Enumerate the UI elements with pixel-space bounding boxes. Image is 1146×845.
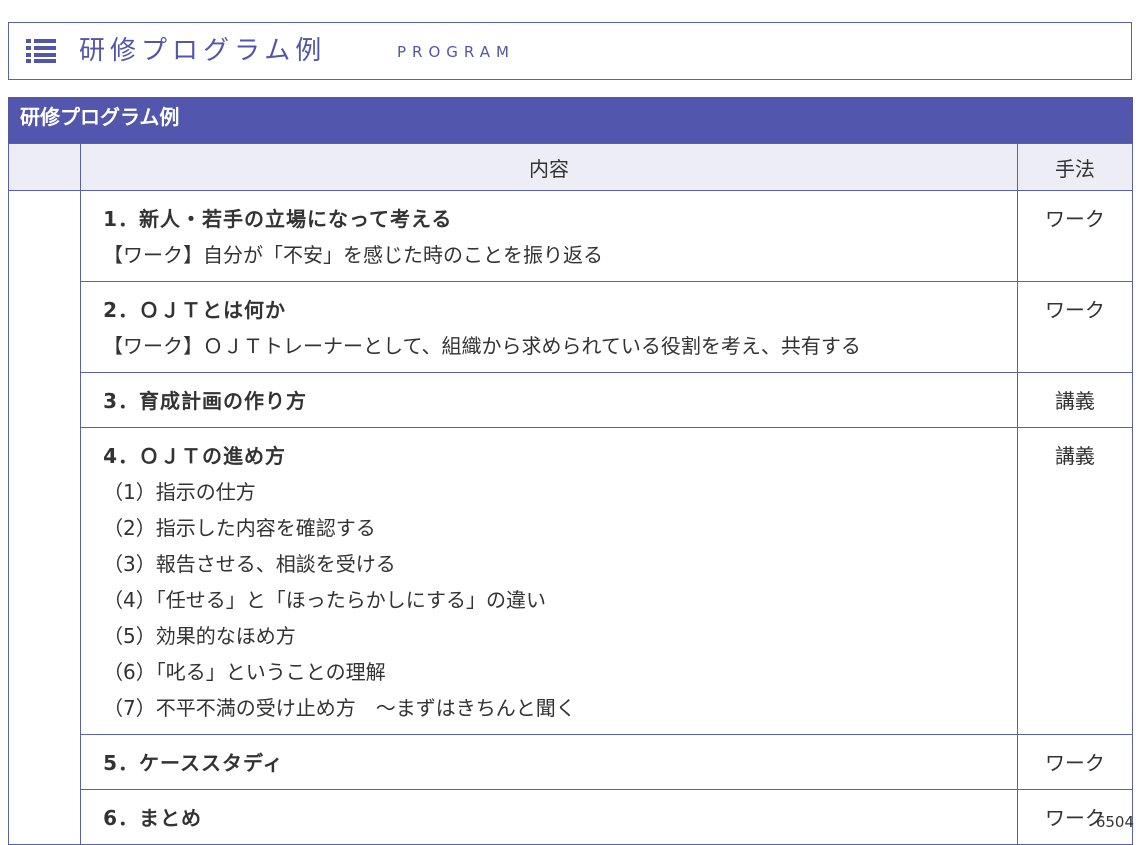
item-detail: （7）不平不満の受け止め方 ～まずはきちんと聞く: [103, 696, 576, 720]
left-spacer-cell: [7, 190, 82, 845]
item-detail: （5）効果的なほめ方: [103, 624, 296, 648]
content-cell: 5．ケーススタディ: [80, 734, 1018, 790]
item-detail: 【ワーク】ＯＪＴトレーナーとして、組織から求められている役割を考え、共有する: [103, 334, 861, 358]
item-heading: 4．ＯＪＴの進め方: [103, 444, 286, 468]
method-cell: 講義: [1016, 427, 1134, 735]
item-detail: （1）指示の仕方: [103, 480, 256, 504]
method-cell: ワーク: [1016, 281, 1134, 373]
table-row: 3．育成計画の作り方 講義: [9, 372, 1134, 428]
table-row: 4．ＯＪＴの進め方 （1）指示の仕方 （2）指示した内容を確認する （3）報告させる、…: [9, 427, 1134, 735]
page-title: 研修プログラム例: [79, 36, 327, 66]
program-grid: 内容 手法 1．新人・若手の立場になって考える【ワーク】自分が「不安」を感じた時…: [7, 143, 1134, 845]
list-icon: [26, 39, 56, 63]
table-header-row: 内容 手法: [7, 143, 1134, 191]
table-row: 6．まとめ ワーク: [9, 789, 1134, 845]
table-row: 5．ケーススタディ ワーク: [9, 734, 1134, 790]
table-row: 2．ＯＪＴとは何か【ワーク】ＯＪＴトレーナーとして、組織から求められている役割を…: [9, 281, 1134, 373]
item-detail: （6）「叱る」ということの理解: [103, 660, 386, 684]
item-heading: 3．育成計画の作り方: [103, 389, 307, 413]
content-cell: 1．新人・若手の立場になって考える【ワーク】自分が「不安」を感じた時のことを振り…: [80, 190, 1018, 282]
item-detail: 【ワーク】自分が「不安」を感じた時のことを振り返る: [103, 243, 604, 267]
method-column-header: 手法: [1016, 143, 1134, 191]
page-header: 研修プログラム例 PROGRAM: [8, 22, 1132, 80]
item-heading: 2．ＯＪＴとは何か: [103, 298, 286, 322]
method-cell: ワーク: [1016, 734, 1134, 790]
item-detail: （2）指示した内容を確認する: [103, 516, 376, 540]
content-cell: 4．ＯＪＴの進め方 （1）指示の仕方 （2）指示した内容を確認する （3）報告させる、…: [80, 427, 1018, 735]
item-heading: 1．新人・若手の立場になって考える: [103, 207, 453, 231]
method-cell: ワーク: [1016, 190, 1134, 282]
content-column-header: 内容: [80, 143, 1018, 191]
method-cell: 講義: [1016, 372, 1134, 428]
content-cell: 3．育成計画の作り方: [80, 372, 1018, 428]
table-title: 研修プログラム例: [8, 97, 1133, 143]
item-heading: 6．まとめ: [103, 806, 202, 830]
program-table: 研修プログラム例 内容 手法 1．新人・若手の立場になって考える【ワーク】自分が…: [7, 97, 1134, 845]
blank-header-cell: [7, 143, 82, 191]
item-heading: 5．ケーススタディ: [103, 751, 284, 775]
table-row: 1．新人・若手の立場になって考える【ワーク】自分が「不安」を感じた時のことを振り…: [7, 190, 1134, 845]
item-detail: （3）報告させる、相談を受ける: [103, 552, 396, 576]
document-code: 6504: [1095, 813, 1134, 831]
content-cell: 2．ＯＪＴとは何か【ワーク】ＯＪＴトレーナーとして、組織から求められている役割を…: [80, 281, 1018, 373]
item-detail: （4）「任せる」と「ほったらかしにする」の違い: [103, 588, 546, 612]
page-subtitle: PROGRAM: [397, 43, 515, 61]
content-cell: 6．まとめ: [80, 789, 1018, 845]
